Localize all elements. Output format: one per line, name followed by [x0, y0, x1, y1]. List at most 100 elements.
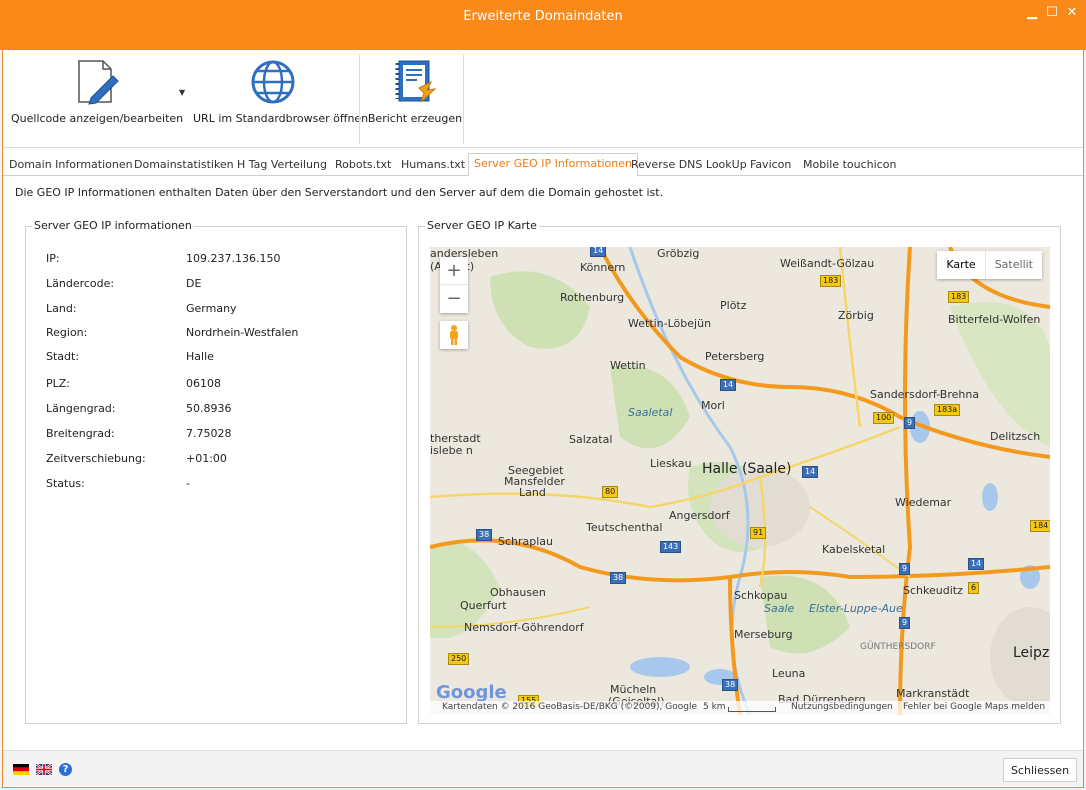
map-attribution: Kartendaten © 2016 GeoBasis-DE/BKG (©200…	[442, 702, 697, 712]
map-place-label: Schkeuditz	[903, 584, 963, 597]
toolbar-separator	[359, 54, 360, 144]
road-shield: 183	[948, 291, 970, 303]
geo-map-title: Server GEO IP Karte	[425, 219, 539, 232]
road-shield: 183	[820, 275, 842, 287]
map-place-label: Nemsdorf-Göhrendorf	[464, 621, 584, 634]
info-label: Zeitverschiebung:	[46, 452, 146, 465]
globe-icon	[251, 60, 295, 104]
source-code-button[interactable]: Quellcode anzeigen/bearbeiten	[11, 58, 184, 125]
street-view-icon	[450, 325, 458, 345]
country-value: Germany	[186, 302, 237, 315]
map-place-label: Könnern	[580, 261, 626, 274]
timezone-value: +01:00	[186, 452, 227, 465]
map-place-label: Delitzsch	[990, 430, 1041, 443]
tab-humans-txt[interactable]: Humans.txt	[401, 155, 465, 176]
map-type-karte[interactable]: Karte	[937, 251, 986, 279]
chevron-down-icon[interactable]: ▼	[179, 88, 185, 97]
map-place-label: Obhausen	[490, 586, 546, 599]
tab-favicon[interactable]: Favicon	[750, 155, 791, 176]
uk-flag-icon[interactable]	[36, 764, 52, 775]
info-label: Status:	[46, 477, 85, 490]
map-type-satellit[interactable]: Satellit	[986, 251, 1042, 279]
open-url-button[interactable]: URL im Standardbrowser öffnen	[193, 58, 368, 125]
map-place-label: Wettin	[610, 359, 646, 372]
edit-document-icon	[78, 60, 119, 105]
map-place-label: Teutschenthal	[586, 521, 663, 534]
map-place-label: Schkopau	[734, 589, 788, 602]
minimize-button[interactable]: ▁	[1024, 5, 1040, 21]
map-place-label: Land	[519, 486, 546, 499]
road-shield: 6	[968, 582, 980, 594]
tab-mobile-touchicon[interactable]: Mobile touchicon	[803, 155, 896, 176]
tab-content: Die GEO IP Informationen enthalten Daten…	[3, 176, 1083, 750]
map-terms-link[interactable]: Nutzungsbedingungen	[791, 702, 893, 712]
create-report-button[interactable]: Bericht erzeugen	[367, 58, 463, 125]
map-place-label: Wiedemar	[895, 496, 952, 509]
tab-robots-txt[interactable]: Robots.txt	[335, 155, 391, 176]
zoom-control: + −	[440, 257, 468, 313]
map-report-link[interactable]: Fehler bei Google Maps melden	[903, 702, 1045, 712]
report-icon	[395, 60, 437, 103]
map-place-label: Markranstädt	[896, 687, 970, 700]
map-place-label: Wettin-Löbejün	[628, 317, 712, 330]
map-place-label: Querfurt	[460, 599, 507, 612]
dialog-window: Quellcode anzeigen/bearbeiten ▼ URL im S…	[2, 50, 1084, 788]
map-place-label: Bitterfeld-Wolfen	[948, 313, 1041, 326]
map-place-label: Rothenburg	[560, 291, 625, 304]
road-shield: 91	[750, 527, 767, 539]
road-shield: 184	[1030, 520, 1050, 532]
map-place-label: Sandersdorf-Brehna	[870, 388, 980, 401]
road-shield: 100	[873, 412, 895, 424]
help-icon[interactable]: ?	[59, 763, 72, 776]
source-code-label: Quellcode anzeigen/bearbeiten	[11, 112, 184, 125]
close-button[interactable]: Schliessen	[1003, 758, 1077, 782]
map-view[interactable]: andersleben (Anhalt) Könnern Gröbzig Wei…	[430, 247, 1050, 715]
info-label: Region:	[46, 326, 88, 339]
map-place-label: Kabelsketal	[822, 543, 886, 556]
zoom-in-button[interactable]: +	[440, 257, 468, 285]
road-shield: 143	[660, 541, 682, 553]
tab-reverse-dns[interactable]: Reverse DNS LookUp	[631, 155, 747, 176]
geo-info-title: Server GEO IP informationen	[32, 219, 194, 232]
tab-server-geo-ip[interactable]: Server GEO IP Informationen	[468, 153, 638, 177]
road-shield: 38	[610, 572, 627, 584]
tab-bar: Domain Informationen Domainstatistiken H…	[3, 152, 1083, 177]
road-shield: 14	[802, 466, 819, 478]
description-text: Die GEO IP Informationen enthalten Daten…	[15, 186, 664, 199]
map-place-label: Leipz	[1013, 645, 1050, 661]
map-scale-bar	[728, 707, 776, 712]
german-flag-icon[interactable]	[13, 764, 29, 775]
zoom-out-button[interactable]: −	[440, 285, 468, 313]
road-shield: 14	[590, 247, 607, 257]
close-window-button[interactable]: ✕	[1064, 5, 1080, 21]
map-place-label: Zörbig	[838, 309, 874, 322]
info-label: Längengrad:	[46, 402, 116, 415]
road-shield: 183a	[934, 404, 961, 416]
pegman-icon[interactable]	[440, 321, 468, 349]
tab-domain-informationen[interactable]: Domain Informationen	[9, 155, 133, 176]
info-label: Land:	[46, 302, 77, 315]
tab-domainstatistiken[interactable]: Domainstatistiken	[134, 155, 234, 176]
bottom-bar: ? Schliessen	[3, 750, 1083, 786]
map-place-label: Morl	[701, 399, 725, 412]
map-place-label: Salzatal	[569, 433, 613, 446]
geo-map-group: Server GEO IP Karte andersleben Könnern …	[418, 219, 1061, 724]
info-label: PLZ:	[46, 377, 71, 390]
title-bar: Erweiterte Domaindaten ▁ ☐ ✕	[0, 0, 1086, 50]
map-place-label: Weißandt-Gölzau	[780, 257, 875, 270]
map-footer: Kartendaten © 2016 GeoBasis-DE/BKG (©200…	[430, 701, 1050, 715]
map-place-label: Petersberg	[705, 350, 765, 363]
map-place-label: Merseburg	[734, 628, 793, 641]
map-type-control: Karte Satellit	[937, 251, 1042, 279]
window-controls: ▁ ☐ ✕	[1024, 5, 1080, 21]
info-label: Stadt:	[46, 350, 80, 363]
create-report-label: Bericht erzeugen	[367, 112, 463, 125]
map-scale-label: 5 km	[703, 702, 726, 712]
tab-h-tag-verteilung[interactable]: H Tag Verteilung	[237, 155, 327, 176]
status-value: -	[186, 477, 190, 490]
road-shield: 250	[448, 653, 470, 665]
map-place-label: Halle (Saale)	[702, 461, 792, 477]
road-shield: 14	[968, 558, 985, 570]
maximize-button[interactable]: ☐	[1044, 5, 1060, 21]
map-place-label: Elster-Luppe-Aue	[809, 602, 903, 615]
